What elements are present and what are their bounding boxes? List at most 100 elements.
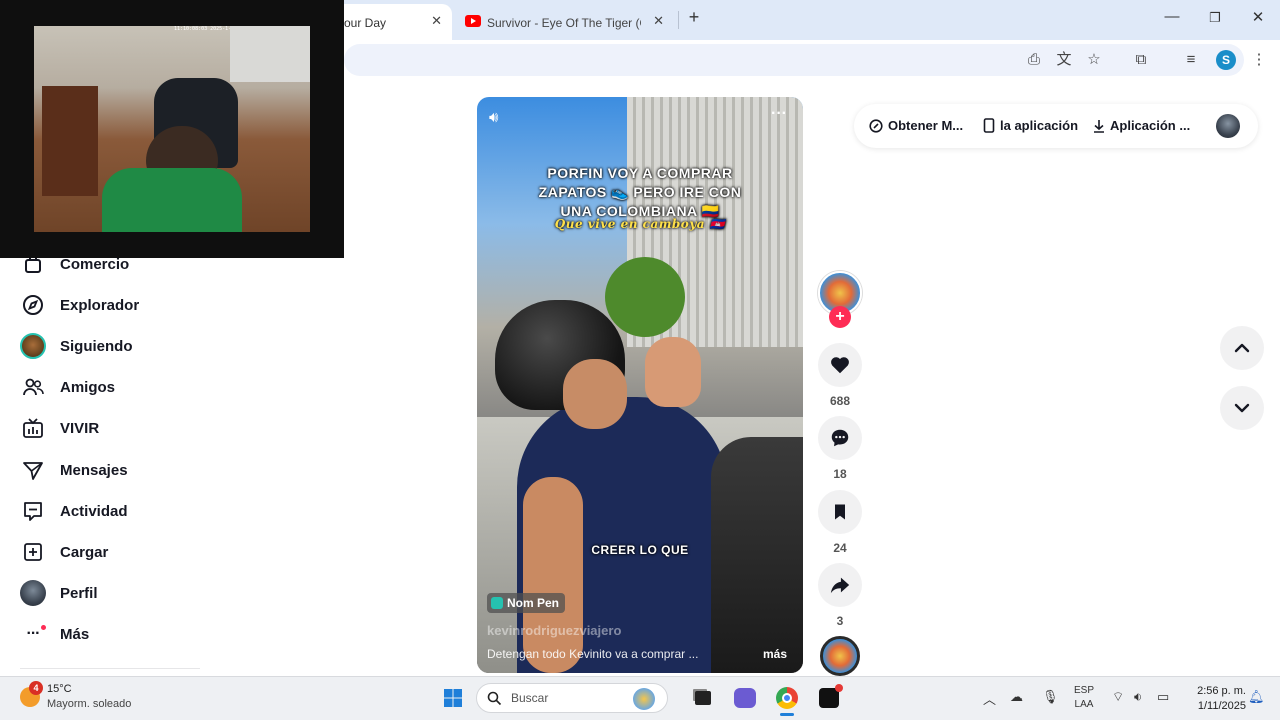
save-count: 24	[833, 541, 847, 555]
language-bottom: LAA	[1074, 699, 1094, 710]
start-button[interactable]	[438, 684, 468, 712]
share-button[interactable]	[818, 563, 862, 607]
sidebar-item-perfil[interactable]: Perfil	[20, 578, 98, 608]
chevron-down-icon	[1234, 403, 1250, 413]
follow-button[interactable]: +	[829, 306, 851, 328]
microphone-icon[interactable]: 🎙︎	[1042, 689, 1059, 705]
video-plant	[605, 257, 685, 337]
tab-active[interactable]: our Day ✕	[334, 4, 452, 40]
like-count: 688	[829, 394, 851, 408]
video-caption-script: Que vive en camboya 🇰🇭	[554, 217, 726, 231]
volume-icon[interactable]: 🔊︎	[489, 109, 498, 126]
sound-disc-avatar[interactable]	[820, 636, 860, 676]
next-video-button[interactable]	[1220, 386, 1264, 430]
chevron-up-icon	[1234, 343, 1250, 353]
sidebar-item-cargar[interactable]: Cargar	[20, 537, 108, 567]
volume-tray-icon[interactable]: 🔉︎	[1134, 689, 1142, 705]
comment-button[interactable]	[818, 416, 862, 460]
download-app-button[interactable]: Aplicación ...	[1093, 118, 1190, 133]
media-queue-icon[interactable]: ≡	[1181, 50, 1201, 70]
sidebar-divider	[20, 668, 200, 669]
previous-video-button[interactable]	[1220, 326, 1264, 370]
tab-youtube[interactable]: Survivor - Eye Of The Tiger (Offi ✕	[456, 4, 674, 40]
tab-separator	[678, 11, 679, 29]
sidebar-item-mensajes[interactable]: Mensajes	[20, 455, 128, 485]
video-more-icon[interactable]: ···	[771, 105, 787, 123]
search-placeholder: Buscar	[511, 691, 549, 705]
chrome-button[interactable]	[772, 684, 802, 712]
task-view-icon	[695, 691, 711, 705]
video-hand	[645, 337, 701, 407]
teams-chat-button[interactable]	[730, 684, 760, 712]
bookmark-star-icon[interactable]: ☆	[1084, 50, 1104, 70]
download-icon	[1094, 119, 1104, 133]
new-tab-button[interactable]: +	[684, 7, 704, 28]
task-view-button[interactable]	[688, 684, 718, 712]
webcam-person-body	[102, 168, 242, 232]
profile-avatar[interactable]: S	[1216, 50, 1236, 70]
weather-desc: Mayorm. soleado	[47, 698, 132, 710]
restore-icon[interactable]: ❐	[1204, 10, 1226, 26]
lens-search-icon[interactable]: ⧉	[1131, 50, 1151, 70]
comment-count: 18	[833, 467, 847, 481]
tab-close-icon[interactable]: ✕	[653, 13, 664, 29]
webcam-window	[230, 26, 310, 82]
chrome-active-indicator	[780, 713, 794, 716]
address-bar[interactable]	[344, 44, 1244, 76]
webcam-feed: 11:10:08:03 2025-1-31 | 4ee7: 4444 AEIBK…	[34, 26, 310, 232]
sidebar-item-amigos[interactable]: Amigos	[20, 372, 115, 402]
youtube-icon	[465, 15, 481, 27]
chrome-icon	[776, 687, 798, 709]
sidebar-item-siguiendo[interactable]: Siguiendo	[20, 331, 133, 361]
tab-close-icon[interactable]: ✕	[431, 13, 442, 29]
battery-icon[interactable]: ▭	[1157, 689, 1169, 705]
window-close-icon[interactable]: ✕	[1247, 8, 1269, 26]
wifi-icon[interactable]: ⌔	[1112, 689, 1124, 705]
weather-temp: 15°C	[47, 683, 72, 695]
sidebar-item-label: Comercio	[60, 255, 130, 273]
location-chip[interactable]: Nom Pen	[487, 593, 566, 613]
video-player[interactable]: 🔊︎ ··· PORFIN VOY A COMPRAR ZAPATOS 👟 PE…	[477, 97, 803, 673]
tray-overflow-icon[interactable]: ︿	[983, 689, 996, 708]
weather-widget[interactable]: 4 15°C Mayorm. soleado	[18, 680, 158, 716]
save-button[interactable]	[818, 490, 862, 534]
onedrive-icon[interactable]: ☁	[1010, 689, 1023, 705]
sidebar-item-label: Actividad	[60, 502, 128, 520]
video-caption-line-1: PORFIN VOY A COMPRAR	[547, 165, 733, 181]
avatar-icon	[20, 333, 46, 359]
browser-menu-icon[interactable]: ⋮	[1249, 50, 1269, 70]
share-count: 3	[836, 614, 844, 628]
get-coins-button[interactable]: Obtener M...	[869, 118, 963, 133]
language-top: ESP	[1073, 685, 1094, 696]
phone-icon	[983, 118, 995, 133]
sidebar-item-label: Amigos	[60, 378, 116, 396]
sidebar-item-vivir[interactable]: VIVIR	[20, 413, 99, 443]
user-avatar[interactable]	[1216, 114, 1240, 138]
location-pin-icon	[491, 597, 503, 609]
notification-bell-icon[interactable]: 🔔︎	[1248, 689, 1265, 705]
like-button[interactable]	[818, 343, 862, 387]
app-label: la aplicación	[1000, 118, 1079, 133]
sidebar-item-explorador[interactable]: Explorador	[20, 290, 139, 320]
more-link[interactable]: más	[763, 647, 787, 661]
language-indicator[interactable]: ESP LAA	[1070, 684, 1098, 712]
minimize-icon[interactable]: —	[1161, 8, 1183, 25]
message-box-icon	[20, 498, 46, 524]
sidebar-item-actividad[interactable]: Actividad	[20, 496, 128, 526]
share-arrow-icon	[830, 577, 850, 594]
sidebar-item-mas[interactable]: ··· Más	[20, 619, 89, 649]
video-arm	[523, 477, 583, 673]
chat-icon	[734, 688, 756, 708]
video-username[interactable]: kevinrodriguezviajero	[487, 623, 621, 638]
clock[interactable]: 2:56 p. m. 1/11/2025	[1182, 684, 1246, 714]
sidebar-item-label: Siguiendo	[60, 337, 133, 355]
search-icon	[487, 691, 502, 706]
install-app-icon[interactable]: ⎙	[1024, 50, 1044, 70]
taskbar-search[interactable]: Buscar	[476, 683, 668, 713]
sidebar-item-label: Perfil	[60, 584, 98, 602]
translate-icon[interactable]: 文	[1054, 50, 1074, 70]
capcut-button[interactable]	[814, 684, 844, 712]
app-button[interactable]: la aplicación	[983, 118, 1078, 133]
sidebar-item-label: Más	[60, 625, 90, 643]
send-icon	[20, 457, 46, 483]
